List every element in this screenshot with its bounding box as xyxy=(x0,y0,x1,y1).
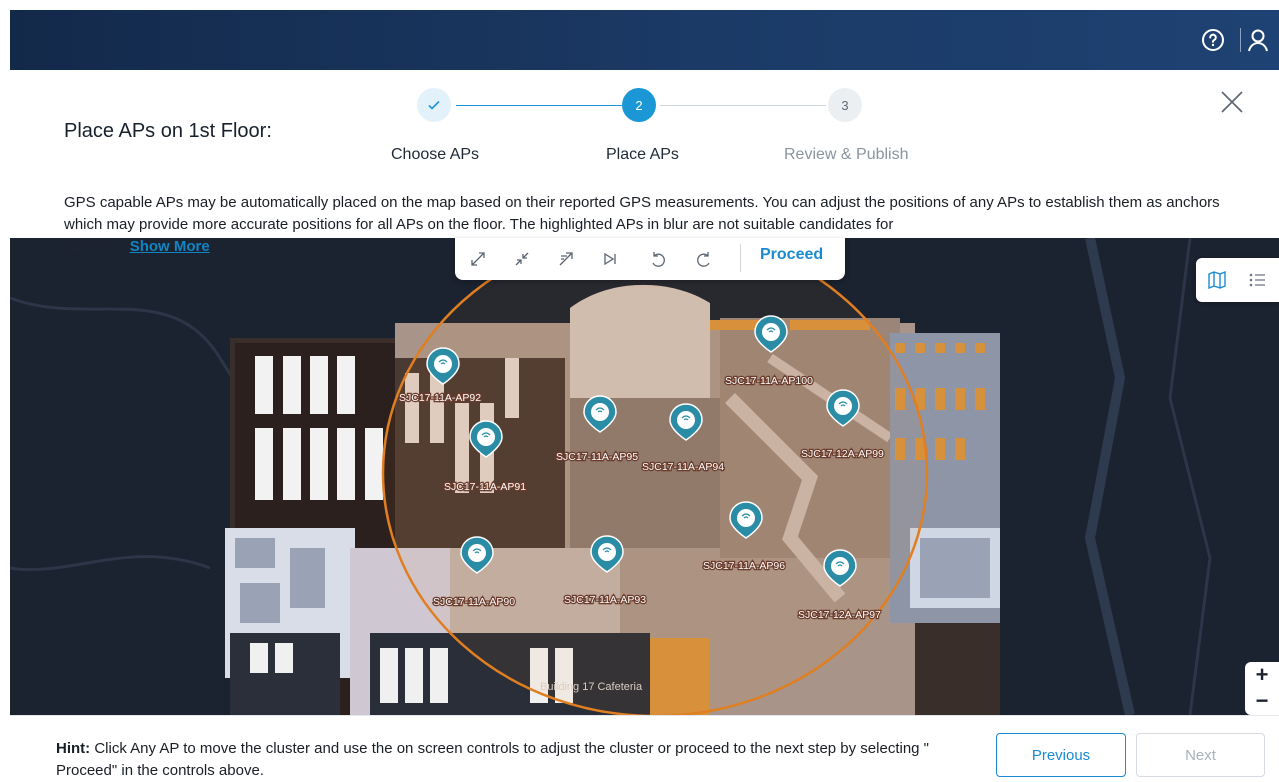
stepper-line-complete xyxy=(456,105,622,106)
collapse-icon[interactable] xyxy=(513,250,531,268)
ap-label-ap99: SJC17-12A-AP99 xyxy=(801,448,884,460)
redo-icon[interactable] xyxy=(695,250,713,268)
ap-label-ap92: SJC17-11A-AP92 xyxy=(399,392,481,404)
step-2-circle[interactable]: 2 xyxy=(622,88,656,122)
step-3-circle[interactable]: 3 xyxy=(828,88,862,122)
proceed-button[interactable]: Proceed xyxy=(760,246,823,264)
zoom-in-button[interactable]: + xyxy=(1245,662,1279,688)
ap-label-ap91: SJC17-11A-AP91 xyxy=(444,481,526,493)
step-1-circle[interactable] xyxy=(417,88,451,122)
map-toolbar: Proceed xyxy=(455,238,845,280)
topbar-divider xyxy=(1240,28,1241,52)
check-icon xyxy=(428,100,440,110)
wizard-header: Place APs on 1st Floor: 2 3 Choose APs P… xyxy=(10,70,1279,238)
undo-icon[interactable] xyxy=(649,250,667,268)
step-2-label: Place APs xyxy=(606,146,679,163)
ap-label-ap100: SJC17-11A-AP100 xyxy=(725,375,813,387)
view-toggle xyxy=(1196,258,1279,302)
previous-button[interactable]: Previous xyxy=(996,733,1126,777)
user-icon[interactable] xyxy=(1247,27,1273,53)
step-1-label: Choose APs xyxy=(391,146,480,163)
top-nav-bar xyxy=(10,10,1279,70)
expand-icon[interactable] xyxy=(469,250,487,268)
toolbar-divider xyxy=(740,244,741,272)
show-more-link[interactable]: Show More xyxy=(130,238,210,255)
description-more-line: anchors. Show More xyxy=(64,236,210,258)
next-button[interactable]: Next xyxy=(1136,733,1265,777)
map-icon[interactable] xyxy=(1208,271,1226,289)
ap-label-ap94: SJC17-11A-AP94 xyxy=(642,461,724,473)
page-title: Place APs on 1st Floor: xyxy=(64,120,272,142)
step-3-label: Review & Publish xyxy=(784,146,909,163)
ap-label-ap96: SJC17-11A-AP96 xyxy=(703,560,785,572)
stepper-line-pending xyxy=(660,105,826,106)
skip-icon[interactable] xyxy=(601,250,619,268)
floor-plan: Building 17 Cafeteria SJC17-11A-AP92 SJC… xyxy=(10,238,1212,715)
zoom-out-button[interactable]: − xyxy=(1245,688,1279,714)
ap-label-ap97: SJC17-12A-AP97 xyxy=(798,609,881,621)
zoom-controls: + − xyxy=(1245,662,1279,715)
hint-text: Hint: Click Any AP to move the cluster a… xyxy=(56,738,956,782)
description-text: GPS capable APs may be automatically pla… xyxy=(64,194,1220,233)
ap-label-ap90: SJC17-11A-AP90 xyxy=(433,596,515,608)
description-tail: anchors. xyxy=(64,238,122,255)
ap-label-ap93: SJC17-11A-AP93 xyxy=(564,594,646,606)
footer-bar: Hint: Click Any AP to move the cluster a… xyxy=(10,715,1279,782)
floor-map[interactable]: Building 17 Cafeteria SJC17-11A-AP92 SJC… xyxy=(10,238,1279,715)
list-icon[interactable] xyxy=(1248,271,1266,289)
help-circle-icon[interactable] xyxy=(1201,28,1225,52)
close-icon[interactable] xyxy=(1220,90,1244,114)
ap-label-ap95: SJC17-11A-AP95 xyxy=(556,451,638,463)
hint-prefix: Hint: xyxy=(56,740,91,757)
distribute-icon[interactable] xyxy=(557,250,575,268)
hint-body: Click Any AP to move the cluster and use… xyxy=(56,740,929,779)
